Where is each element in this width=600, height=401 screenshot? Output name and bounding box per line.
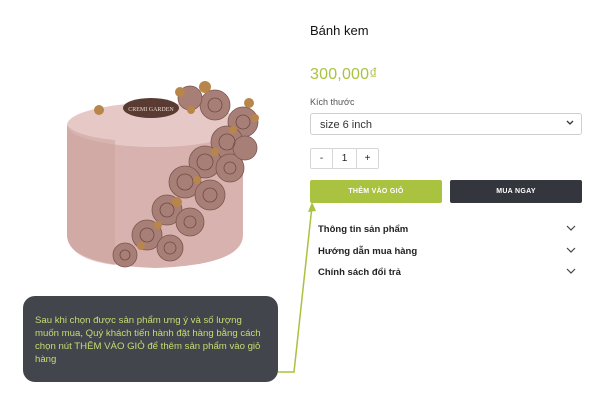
accordion-label: Chính sách đổi trả <box>318 267 401 278</box>
chevron-down-icon <box>566 266 576 276</box>
product-image: CREMI GARDEN <box>55 70 280 280</box>
cake-plaque-text: CREMI GARDEN <box>128 107 174 113</box>
accordion-return-policy[interactable]: Chính sách đổi trả <box>318 265 578 281</box>
instruction-tooltip: Sau khi chọn được sản phẩm ưng ý và số l… <box>23 296 278 382</box>
product-title: Bánh kem <box>310 23 369 38</box>
size-select[interactable]: size 6 inch <box>310 113 582 135</box>
chevron-down-icon <box>566 223 576 233</box>
accordion-label: Thông tin sản phẩm <box>318 224 409 235</box>
quantity-input[interactable]: 1 <box>333 148 356 169</box>
quantity-increase-button[interactable]: + <box>356 148 379 169</box>
size-label: Kích thước <box>310 97 355 107</box>
quantity-decrease-button[interactable]: - <box>310 148 333 169</box>
accordion-purchase-guide[interactable]: Hướng dẫn mua hàng <box>318 244 578 260</box>
product-price: 300,000₫ <box>310 66 378 83</box>
accordion-label: Hướng dẫn mua hàng <box>318 246 418 257</box>
size-selected-value: size 6 inch <box>320 119 372 131</box>
chevron-down-icon <box>566 245 576 255</box>
tooltip-text: Sau khi chọn được sản phẩm ưng ý và số l… <box>35 315 261 365</box>
add-to-cart-button[interactable]: THÊM VÀO GIỎ <box>310 180 442 203</box>
quantity-stepper: - 1 + <box>310 148 379 169</box>
chevron-down-icon <box>565 117 575 129</box>
accordion-product-info[interactable]: Thông tin sản phẩm <box>318 222 578 238</box>
buy-now-button[interactable]: MUA NGAY <box>450 180 582 203</box>
